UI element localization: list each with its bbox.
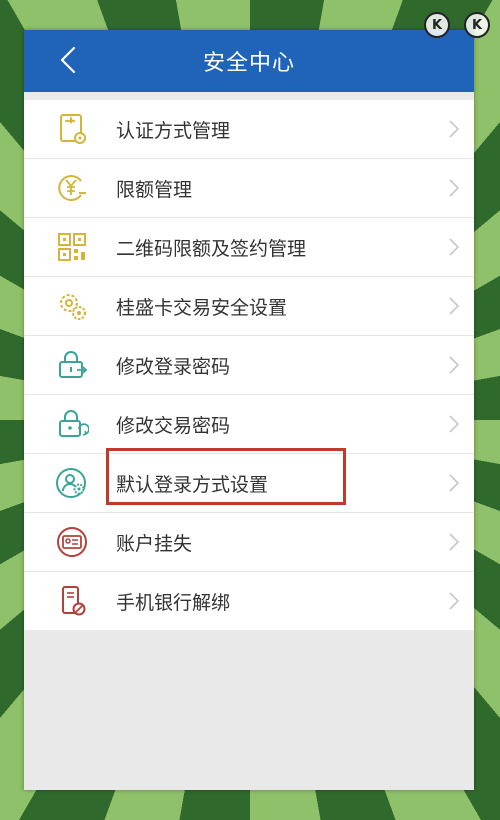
menu-item-change-transaction-password[interactable]: 修改交易密码 bbox=[24, 395, 474, 454]
menu-item-change-login-password[interactable]: 修改登录密码 bbox=[24, 336, 474, 395]
menu-item-label: 认证方式管理 bbox=[116, 119, 231, 142]
menu-item-label: 修改登录密码 bbox=[116, 355, 231, 378]
chevron-right-icon bbox=[449, 120, 460, 138]
chevron-right-icon bbox=[449, 533, 460, 551]
menu-item-label: 手机银行解绑 bbox=[116, 591, 231, 614]
yuan-limit-icon bbox=[50, 166, 94, 210]
menu-item-card-security[interactable]: 桂盛卡交易安全设置 bbox=[24, 277, 474, 336]
menu-item-unbind-mobile-banking[interactable]: 手机银行解绑 bbox=[24, 572, 474, 630]
phone-screen: 安全中心 认证方式管理 限额管理 二维码限额及签约管理 桂盛卡交易安全设置 修改… bbox=[24, 30, 474, 790]
chevron-right-icon bbox=[449, 179, 460, 197]
page-title: 安全中心 bbox=[202, 51, 295, 76]
certificate-gear-icon bbox=[50, 107, 94, 151]
menu-item-label: 二维码限额及签约管理 bbox=[116, 237, 307, 260]
user-gear-icon bbox=[50, 461, 94, 505]
phone-unbind-icon bbox=[50, 579, 94, 623]
top-right-badges: K K bbox=[424, 12, 490, 38]
menu-item-label: 修改交易密码 bbox=[116, 414, 231, 437]
spacer bbox=[24, 92, 474, 100]
back-button[interactable] bbox=[54, 42, 84, 78]
k-badge-icon: K bbox=[424, 12, 450, 38]
chevron-right-icon bbox=[449, 297, 460, 315]
k-badge-icon: K bbox=[464, 12, 490, 38]
menu-item-label: 桂盛卡交易安全设置 bbox=[116, 296, 288, 319]
highlight-box bbox=[106, 448, 346, 505]
chevron-right-icon bbox=[449, 415, 460, 433]
chevron-right-icon bbox=[449, 474, 460, 492]
gears-icon bbox=[50, 284, 94, 328]
security-menu-list: 认证方式管理 限额管理 二维码限额及签约管理 桂盛卡交易安全设置 修改登录密码 … bbox=[24, 100, 474, 630]
menu-item-auth-methods[interactable]: 认证方式管理 bbox=[24, 100, 474, 159]
menu-item-qr-limit[interactable]: 二维码限额及签约管理 bbox=[24, 218, 474, 277]
id-card-icon bbox=[50, 520, 94, 564]
back-arrow-icon bbox=[60, 46, 76, 74]
menu-item-label: 账户挂失 bbox=[116, 532, 193, 555]
qr-code-icon bbox=[50, 225, 94, 269]
chevron-right-icon bbox=[449, 356, 460, 374]
app-header: 安全中心 bbox=[24, 30, 474, 92]
menu-item-label: 限额管理 bbox=[116, 178, 193, 201]
menu-item-report-loss[interactable]: 账户挂失 bbox=[24, 513, 474, 572]
menu-item-limit-management[interactable]: 限额管理 bbox=[24, 159, 474, 218]
chevron-right-icon bbox=[449, 592, 460, 610]
lock-refresh-icon bbox=[50, 402, 94, 446]
chevron-right-icon bbox=[449, 238, 460, 256]
lock-login-icon bbox=[50, 343, 94, 387]
